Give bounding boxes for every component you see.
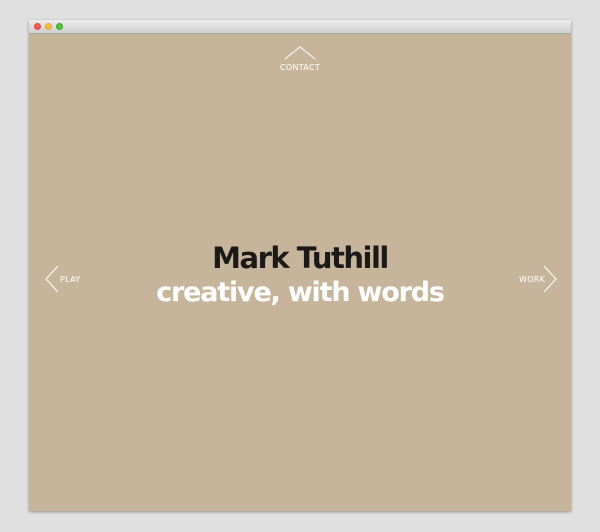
chevron-up-icon (284, 46, 316, 60)
window-minimize-button[interactable] (45, 23, 52, 30)
window-close-button[interactable] (34, 23, 41, 30)
hero-tagline: creative, with words (156, 277, 445, 308)
hero-section: Mark Tuthill creative, with words (29, 240, 571, 310)
window-titlebar (29, 20, 571, 34)
nav-contact-label: CONTACT (279, 63, 321, 72)
nav-contact-link[interactable]: CONTACT (279, 46, 321, 80)
page-content: CONTACT PLAY WORK Mark Tuthill creative,… (29, 34, 571, 511)
browser-window: CONTACT PLAY WORK Mark Tuthill creative,… (29, 20, 571, 511)
hero-name: Mark Tuthill (212, 241, 389, 275)
window-maximize-button[interactable] (56, 23, 63, 30)
